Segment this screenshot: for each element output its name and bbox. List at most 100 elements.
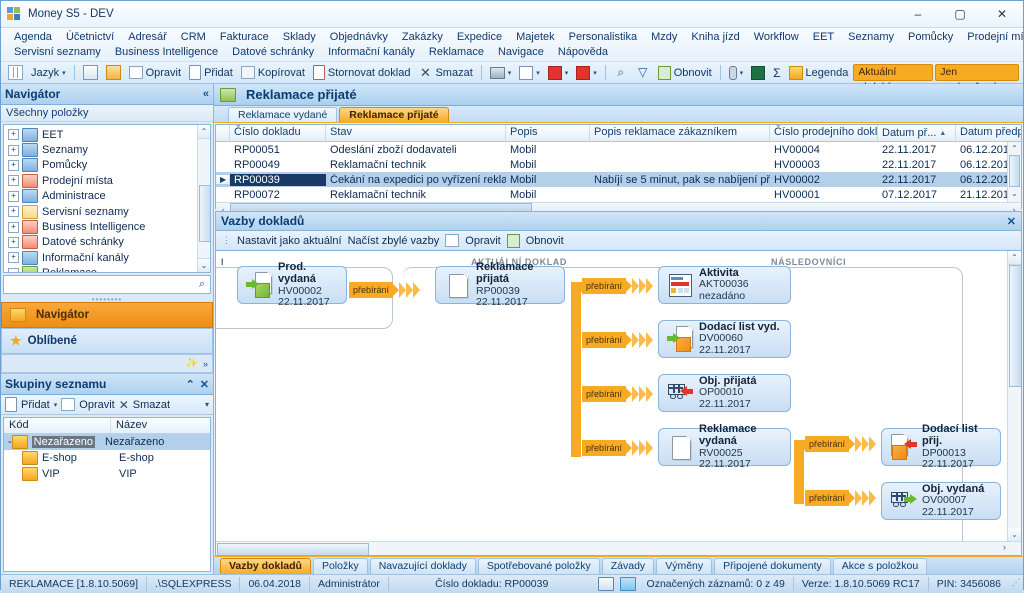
grid-col-datum-prijeti[interactable]: Datum př... ▲ [878, 125, 956, 141]
navigator-collapse-icon[interactable]: « [203, 88, 209, 100]
canvas-vertical-scrollbar[interactable]: ⌃ ⌄ [1007, 251, 1021, 555]
columns-button[interactable] [5, 63, 26, 82]
groups-grid[interactable]: Kód Název - Nezařazeno Nezařazeno E-shop E-s… [3, 417, 211, 572]
menu-item-informa-n-kan-ly[interactable]: Informační kanály [321, 45, 422, 60]
menu-item-kniha-j-zd[interactable]: Kniha jízd [684, 30, 746, 45]
cancel-document-button[interactable]: Stornovat doklad [310, 63, 414, 82]
filter-button[interactable]: ▽ [633, 63, 653, 82]
expand-icon[interactable]: + [8, 129, 19, 141]
grid-col-stav[interactable]: Stav [326, 125, 506, 141]
expand-icon[interactable]: + [8, 175, 19, 187]
expand-icon[interactable]: + [8, 190, 19, 202]
table-row[interactable]: ▶ RP00039 Čekání na expedici po vyřízení r… [216, 172, 1021, 187]
diagram-node-obj-prijata[interactable]: Obj. přijatá OP00010 22.11.2017 [658, 374, 791, 412]
bottom-tab-polo-ky[interactable]: Položky [312, 558, 368, 574]
export-excel-button[interactable] [748, 63, 768, 82]
menu-item-adres-[interactable]: Adresář [121, 30, 174, 45]
save-button[interactable] [80, 63, 101, 82]
menu-item-agenda[interactable]: Agenda [7, 30, 59, 45]
navigator-button[interactable]: Navigátor [1, 302, 213, 328]
edit-group-label[interactable]: Opravit [79, 399, 114, 411]
navigator-tree[interactable]: + EET + Seznamy + Pomůcky + Prodejní místa + Admi… [3, 124, 211, 273]
diagram-node-reklamace-prijata[interactable]: Reklamace přijatá RP00039 22.11.2017 [435, 261, 565, 308]
unfinished-badge[interactable]: Jen neukončené [935, 64, 1019, 93]
nav-tree-item-datov-schr-nky[interactable]: + Datové schránky [4, 235, 210, 250]
set-as-current-button[interactable]: Nastavit jako aktuální [237, 235, 342, 247]
tree-scrollbar[interactable]: ⌃ ⌄ [197, 125, 210, 272]
mail-icon[interactable] [597, 577, 614, 591]
language-button[interactable]: Jazyk ▾ [28, 63, 69, 82]
group-row[interactable]: E-shop E-shop [4, 450, 210, 466]
nav-tree-item-prodejn-m-sta[interactable]: + Prodejní místa [4, 173, 210, 188]
document-tab-reklamace-p-ijat-[interactable]: Reklamace přijaté [339, 107, 449, 122]
menu-item-seznamy[interactable]: Seznamy [841, 30, 901, 45]
expand-icon[interactable]: + [8, 206, 19, 218]
grid-scroll-up-icon[interactable]: ⌃ [1008, 142, 1021, 155]
diagram-node-reklamace-vydana[interactable]: Reklamace vydaná RV00025 22.11.2017 [658, 423, 791, 470]
maximize-button[interactable]: ▢ [939, 2, 981, 27]
canvas-vscroll-thumb[interactable] [1009, 265, 1021, 387]
rss-icon[interactable] [619, 577, 636, 591]
nav-tree-item-reklamace[interactable]: - Reklamace [4, 266, 210, 272]
grid-col-popis[interactable]: Popis [506, 125, 590, 141]
toolbar-drag-handle[interactable]: ⋮ [222, 235, 231, 246]
chevron-down-icon-group[interactable]: ▾ [54, 401, 58, 409]
expand-icon[interactable]: + [8, 144, 19, 156]
bottom-tab-spot-ebovan-polo-ky[interactable]: Spotřebované položky [477, 558, 600, 574]
menu-item-objedn-vky[interactable]: Objednávky [323, 30, 395, 45]
menu-item-eet[interactable]: EET [806, 30, 841, 45]
menu-item-n-pov-da[interactable]: Nápověda [551, 45, 615, 60]
legend-button[interactable]: Legenda [786, 63, 852, 82]
period-badge[interactable]: Aktuální období [853, 64, 934, 93]
canvas-horizontal-scrollbar[interactable]: › [216, 541, 1008, 555]
nav-tree-item-administrace[interactable]: + Administrace [4, 189, 210, 204]
diagram-node-dodaci-list-vyd[interactable]: Dodací list vyd. DV00060 22.11.2017 [658, 320, 791, 358]
edit-link-button[interactable]: Opravit [465, 235, 500, 247]
groups-collapse-icon[interactable]: ⌃ [186, 378, 195, 391]
tree-scroll-down-icon[interactable]: ⌄ [198, 258, 210, 272]
menu-item-reklamace[interactable]: Reklamace [422, 45, 491, 60]
chevrons-icon[interactable]: » [203, 359, 208, 369]
add-group-label[interactable]: Přidat [21, 399, 50, 411]
menu-item-sklady[interactable]: Sklady [276, 30, 323, 45]
nav-tree-item-seznamy[interactable]: + Seznamy [4, 142, 210, 158]
refresh-button[interactable]: Obnovit [655, 63, 715, 82]
expand-icon[interactable]: + [8, 221, 19, 233]
menu-item-mzdy[interactable]: Mzdy [644, 30, 684, 45]
nav-tree-item-pom-cky[interactable]: + Pomůcky [4, 158, 210, 173]
menu-item-workflow[interactable]: Workflow [747, 30, 806, 45]
save-close-button[interactable] [103, 63, 124, 82]
search-button[interactable]: ⌕ [611, 63, 631, 82]
canvas-scroll-down-icon[interactable]: ⌄ [1008, 528, 1021, 542]
table-row[interactable]: RP00049 Reklamační technik Mobil HV00003 22.… [216, 157, 1021, 172]
diagram-node-obj-vydana[interactable]: Obj. vydaná OV00007 22.11.2017 [881, 482, 1001, 520]
table-row[interactable]: RP00072 Reklamační technik Mobil HV00001 07.… [216, 187, 1021, 202]
tree-scroll-thumb[interactable] [199, 185, 210, 242]
grid-col-cislo-prodejniho-dokladu[interactable]: Číslo prodejního dokladu [770, 125, 878, 141]
menu-item-navigace[interactable]: Navigace [491, 45, 551, 60]
resize-grip-icon[interactable]: ⋰ [1009, 577, 1023, 591]
bottom-tab-vazby-doklad-[interactable]: Vazby dokladů [220, 558, 311, 574]
grid-col-cislo-dokladu[interactable]: Číslo dokladu [230, 125, 326, 141]
grid-col-datum-predpokladaneho[interactable]: Datum předpokládaného [956, 125, 1021, 141]
attachment-button[interactable]: ▾ [726, 63, 747, 82]
groups-toolbar-overflow-icon[interactable]: ▾ [205, 400, 209, 409]
menu-item-prodejn-m-sta[interactable]: Prodejní místa [960, 30, 1024, 45]
links-diagram-canvas[interactable]: I AKTUÁLNÍ DOKLAD NÁSLEDOVNÍCI přebírání [215, 250, 1022, 556]
menu-item-datov-schr-nky[interactable]: Datové schránky [225, 45, 321, 60]
email-pdf-button[interactable]: ▾ [573, 63, 600, 82]
diagram-node-dodaci-list-prij[interactable]: Dodací list přij. DP00013 22.11.2017 [881, 423, 1001, 470]
diagram-node-prod-vydana[interactable]: Prod. vydaná HV00002 22.11.2017 [237, 261, 347, 308]
expand-icon[interactable]: + [8, 252, 19, 264]
menu-item-pom-cky[interactable]: Pomůcky [901, 30, 960, 45]
canvas-hscroll-thumb[interactable] [217, 543, 369, 555]
menu-item-personalistika[interactable]: Personalistika [562, 30, 644, 45]
grid-col-popis-zakaznikem[interactable]: Popis reklamace zákazníkem [590, 125, 770, 141]
delete-button[interactable]: ✕ Smazat [415, 63, 475, 82]
navigator-extra-strip[interactable]: ✨ » [1, 354, 213, 373]
edit-button[interactable]: Opravit [126, 63, 184, 82]
copy-button[interactable]: Kopírovat [238, 63, 308, 82]
tools-icon[interactable]: ✨ [186, 358, 198, 369]
records-grid[interactable]: Číslo dokladu Stav Popis Popis reklamace… [215, 124, 1022, 216]
menu-item-crm[interactable]: CRM [174, 30, 213, 45]
